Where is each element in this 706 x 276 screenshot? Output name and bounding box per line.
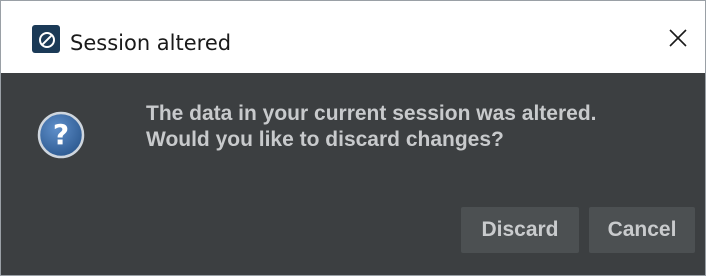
dialog-message: The data in your current session was alt…: [146, 101, 596, 153]
discard-button[interactable]: Discard: [461, 207, 579, 253]
title-bar: Session altered: [1, 1, 705, 73]
session-altered-dialog: Session altered ? The data in your curre…: [0, 0, 706, 276]
close-icon: [669, 29, 687, 47]
dialog-title: Session altered: [70, 31, 232, 55]
cancel-button[interactable]: Cancel: [589, 207, 695, 253]
svg-text:?: ?: [53, 118, 69, 151]
app-logo-icon: [32, 25, 60, 53]
close-button[interactable]: [645, 1, 705, 73]
message-line: Would you like to discard changes?: [146, 128, 504, 151]
dialog-body: ? The data in your current session was a…: [1, 73, 705, 275]
question-icon: ?: [37, 111, 85, 159]
message-line: The data in your current session was alt…: [146, 102, 597, 125]
